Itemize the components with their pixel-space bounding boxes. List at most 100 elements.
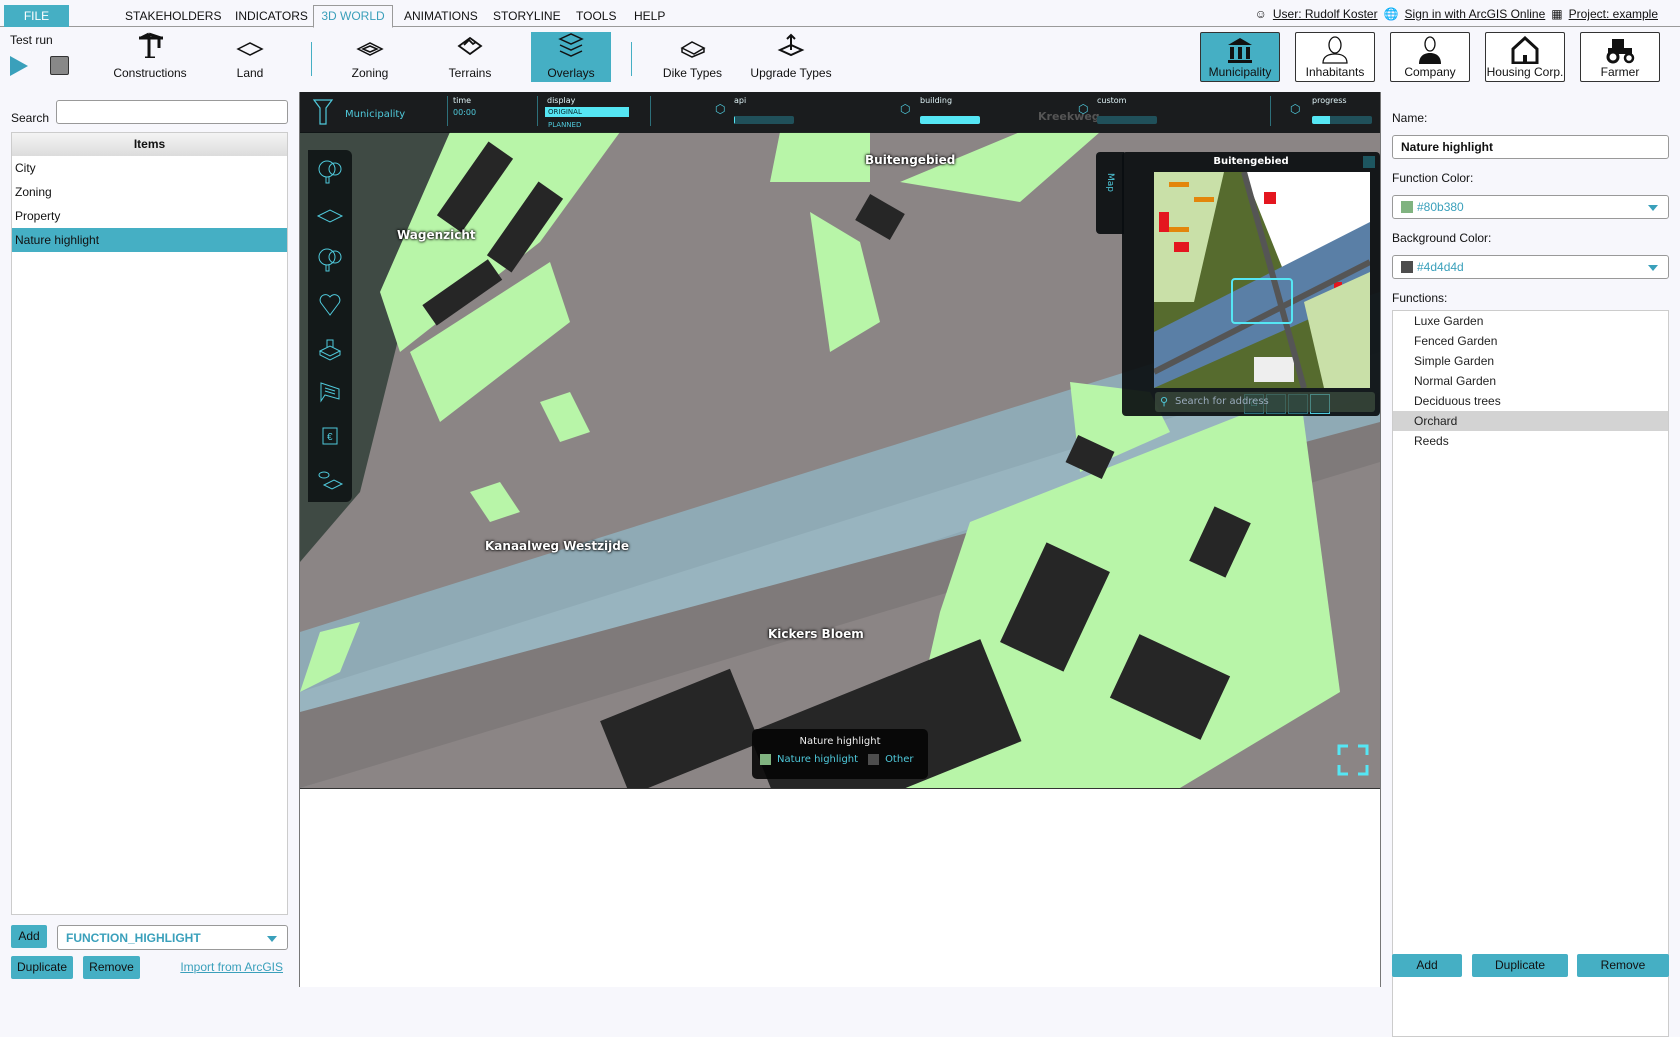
trees-tool-icon[interactable] [308,150,352,194]
add-button[interactable]: Add [11,925,47,948]
minimap-image[interactable] [1154,172,1370,388]
function-add-button[interactable]: Add [1392,954,1462,977]
file-menu-button[interactable]: FILE [4,5,69,27]
tab-3d-world[interactable]: 3D WORLD [313,5,393,28]
function-duplicate-button[interactable]: Duplicate [1472,954,1568,977]
tool-terrains[interactable]: Terrains [435,32,505,82]
stakeholder-municipality[interactable]: Municipality [1200,32,1280,82]
display-planned-toggle[interactable]: PLANNED [548,121,581,129]
list-item-property[interactable]: Property [12,204,287,228]
type-select-value: FUNCTION_HIGHLIGHT [66,930,201,945]
list-item-city[interactable]: City [12,156,287,180]
function-item-selected[interactable]: Orchard [1393,411,1668,431]
users-icon: ☺ [1254,7,1267,21]
function-item[interactable]: Fenced Garden [1393,331,1668,351]
legend-title: Nature highlight [799,736,881,747]
time-value: 00:00 [453,108,477,117]
crane-icon [110,32,190,58]
function-remove-button[interactable]: Remove [1577,954,1669,977]
heart-icon[interactable] [308,282,352,326]
stakeholder-housing-corp[interactable]: Housing Corp. [1485,32,1565,82]
progress-icon: ⬡ [1290,102,1301,116]
remove-button[interactable]: Remove [83,956,140,979]
function-item[interactable]: Deciduous trees [1393,391,1668,411]
display-original-toggle[interactable]: ORIGINAL [545,107,629,117]
function-item[interactable]: Reeds [1393,431,1668,451]
tool-label: Terrains [448,66,492,80]
fullscreen-icon[interactable] [1337,744,1369,776]
left-panel: Search Items City Zoning Property Nature… [0,92,300,987]
progress-bar [1312,116,1372,124]
tygron-logo-icon [312,98,334,129]
tab-storyline[interactable]: STORYLINE [493,9,561,23]
stakeholder-company[interactable]: Company [1390,32,1470,82]
tool-upgrade-types[interactable]: Upgrade Types [746,32,836,82]
play-button[interactable] [10,56,28,76]
coins-icon[interactable] [308,458,352,502]
legend-entry-nature: Nature highlight [777,754,859,765]
right-panel: Name: Nature highlight Function Color: #… [1380,92,1680,1037]
function-item[interactable]: Normal Garden [1393,371,1668,391]
stakeholder-label: Company [1404,65,1456,79]
api-icon: ⬡ [715,102,726,116]
tab-animations[interactable]: ANIMATIONS [404,9,478,23]
functions-list: Luxe Garden Fenced Garden Simple Garden … [1392,310,1669,1037]
tab-indicators[interactable]: INDICATORS [235,9,308,23]
stop-button[interactable] [50,56,69,75]
function-color-select[interactable]: #80b380 [1392,195,1669,219]
list-item-zoning[interactable]: Zoning [12,180,287,204]
tool-overlays[interactable]: Overlays [531,32,611,82]
project-link[interactable]: Project: example [1569,7,1658,21]
tab-tools[interactable]: TOOLS [576,9,616,23]
tool-dike-types[interactable]: Dike Types [655,32,730,82]
duplicate-button[interactable]: Duplicate [11,956,73,979]
collapse-icon[interactable] [1363,156,1375,168]
display-label: display [547,96,576,105]
land-tool-icon[interactable] [308,194,352,238]
toolbar-divider [631,42,632,76]
function-color-value: #80b380 [1417,200,1464,214]
stakeholder-farmer[interactable]: Farmer [1580,32,1660,82]
search-label: Search [11,111,50,125]
tab-stakeholders[interactable]: STAKEHOLDERS [125,9,221,23]
list-item-nature-highlight[interactable]: Nature highlight [12,228,287,252]
house-icon [1486,35,1564,65]
tool-constructions[interactable]: Constructions [110,32,190,82]
tractor-icon [1581,35,1659,65]
project-icon: ▦ [1551,7,1563,21]
name-input[interactable]: Nature highlight [1392,135,1669,159]
minimap-title: Buitengebied [1213,156,1289,167]
minimap-panel: Buitengebied Map Buitengebied ⌂ [1096,152,1380,416]
minimap-tab[interactable]: Buitengebied Map [1096,152,1124,234]
custom-label: custom [1097,96,1127,105]
tool-zoning[interactable]: Zoning [335,32,405,82]
background-color-select[interactable]: #4d4d4d [1392,255,1669,279]
search-input[interactable] [56,100,288,124]
import-arcgis-link[interactable]: Import from ArcGIS [180,960,283,974]
address-search-input[interactable]: Search for address [1155,392,1375,412]
function-item[interactable]: Luxe Garden [1393,311,1668,331]
construction-tool-icon[interactable] [308,326,352,370]
api-label: api [734,96,747,105]
trees-tool-icon-2[interactable] [308,238,352,282]
tool-land[interactable]: Land [215,32,285,82]
building-label: building [920,96,953,105]
user-link[interactable]: User: Rudolf Koster [1273,7,1378,21]
custom-icon: ⬡ [1078,102,1089,116]
chevron-down-icon [267,935,277,942]
layers-icon [531,32,611,58]
type-select[interactable]: FUNCTION_HIGHLIGHT [57,925,288,950]
function-item[interactable]: Simple Garden [1393,351,1668,371]
arcgis-signin-link[interactable]: Sign in with ArcGIS Online [1405,7,1546,21]
background-color-value: #4d4d4d [1417,260,1464,274]
stakeholder-inhabitants[interactable]: Inhabitants [1295,32,1375,82]
message-icon[interactable] [308,370,352,414]
map-side-toolbar: € [308,150,352,502]
search-icon: ⚲ [1160,396,1169,408]
chevron-down-icon [1648,265,1658,271]
tab-help[interactable]: HELP [634,9,665,23]
background-color-swatch [1401,261,1413,273]
3d-map-view[interactable]: Municipality time 00:00 display ORIGINAL… [300,92,1380,788]
money-icon[interactable]: € [308,414,352,458]
name-label: Name: [1392,111,1428,125]
